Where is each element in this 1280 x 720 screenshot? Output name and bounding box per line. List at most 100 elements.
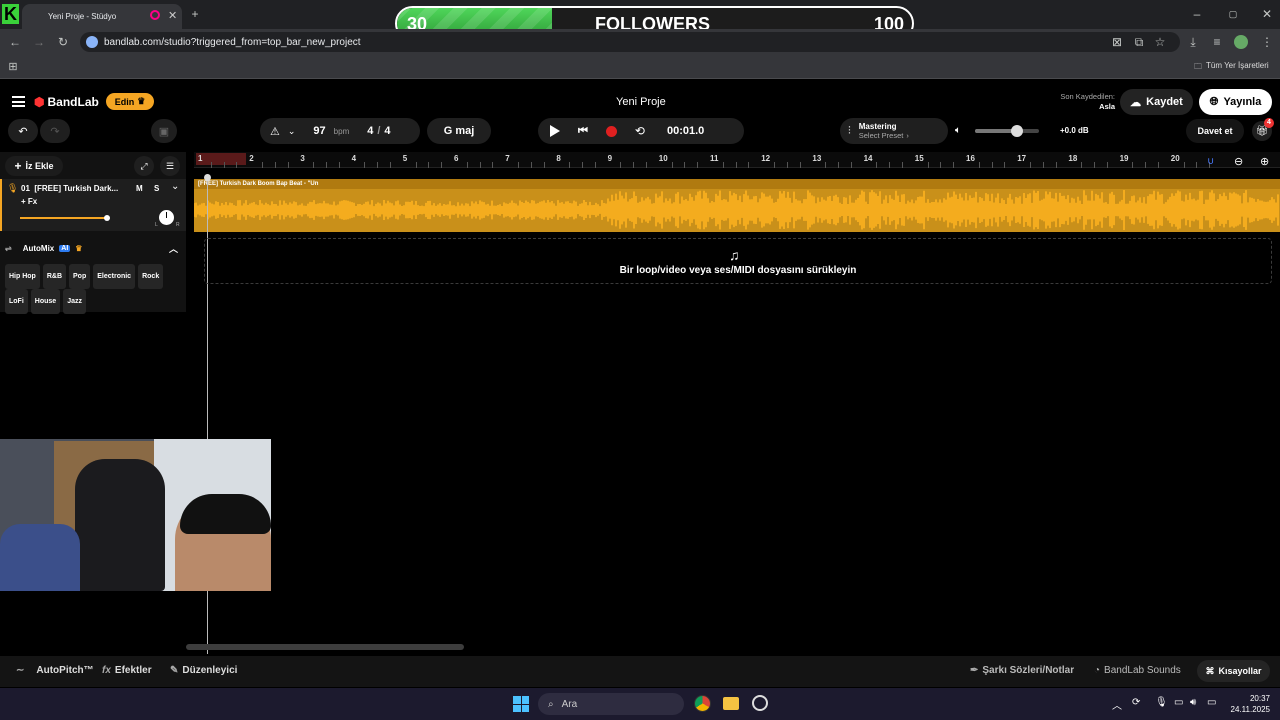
edit-button[interactable]: Edin ♛ [106,93,154,110]
window-close-icon[interactable]: ✕ [1260,7,1274,21]
ruler-subtick [1158,162,1159,168]
genre-chip[interactable]: Pop [69,264,91,289]
track-header[interactable]: 🎙︎ 01 [FREE] Turkish Dark... M S ⌄ + Fx … [0,179,186,231]
loop-icon[interactable]: ⟲ [635,124,645,138]
volume-icon[interactable]: 🔈︎ [955,125,961,136]
mastering-button[interactable]: ⫶ Mastering Select Preset › [840,118,948,144]
tray-sync-icon[interactable]: ⟳ [1132,697,1140,708]
volume-knob[interactable] [1011,125,1023,137]
drop-zone[interactable]: ♫ Bir loop/video veya ses/MIDI dosyasını… [204,238,1272,284]
forward-icon[interactable]: → [32,35,46,49]
pan-left-label: L [155,222,158,228]
translate-icon[interactable]: ⊠ [1110,35,1124,49]
lyrics-button[interactable]: ✒ Şarkı Sözleri/Notlar [970,665,1074,676]
magnet-icon[interactable]: ∪ [1207,156,1214,167]
metronome-icon[interactable]: ⚠ [270,125,280,138]
genre-chip[interactable]: LoFi [5,289,28,314]
undo-button[interactable]: ↶ [8,119,38,143]
effects-button[interactable]: fx Efektler [102,665,152,676]
track-name[interactable]: 01 [FREE] Turkish Dark... [21,184,118,193]
apps-grid-icon[interactable]: ⊞ [6,60,20,74]
mute-button[interactable]: M [136,184,143,193]
genre-chip[interactable]: House [30,289,61,314]
chrome-menu-icon[interactable]: ⋮ [1260,35,1274,49]
media-icon[interactable]: ≡ [1210,35,1224,49]
edit-label: Edin [114,96,135,107]
ruler-subtick [978,162,980,168]
ruler-subtick [1055,162,1057,168]
back-icon[interactable]: ← [8,35,22,49]
tab-close-icon[interactable]: ✕ [168,9,177,22]
track-volume-knob[interactable] [104,215,110,221]
windows-start-icon[interactable] [513,696,529,712]
video-button[interactable]: ▣ [151,119,177,143]
genre-chip[interactable]: Jazz [63,289,86,314]
pan-knob[interactable] [159,210,174,225]
chevron-down-icon[interactable]: ⌄ [171,181,179,192]
tray-volume-icon[interactable]: 🔊︎ [1190,697,1196,708]
ruler-subtick [287,162,289,168]
invite-button[interactable]: Davet et [1186,119,1244,143]
new-tab-icon[interactable]: + [188,7,202,21]
chevron-down-icon[interactable]: ⌄ [288,126,296,137]
play-icon[interactable] [550,125,560,137]
chrome-taskbar-icon[interactable] [694,695,711,712]
chevron-up-icon[interactable]: ︿ [169,242,178,255]
add-track-button[interactable]: + İz Ekle [5,156,63,176]
tray-chevron-icon[interactable]: ︿ [1112,697,1122,712]
automix-header[interactable]: ⇌ AutoMix AI ♛ ︿ [0,240,186,256]
minimize-icon[interactable]: – [1190,7,1204,21]
shortcuts-button[interactable]: ⌘ Kısayollar [1197,660,1270,682]
taskbar-clock[interactable]: 20:37 24.11.2025 [1226,693,1270,715]
tray-mic-icon[interactable]: 🎙︎ [1155,697,1168,708]
genre-chip[interactable]: Electronic [93,264,136,289]
ruler-subtick [441,162,443,168]
url-bar[interactable]: bandlab.com/studio?triggered_from=top_ba… [80,32,1180,52]
redo-button[interactable]: ↷ [40,119,70,143]
tab-audio-icon[interactable] [150,10,160,20]
solo-button[interactable]: S [154,184,159,193]
tray-battery-icon[interactable]: ▭ [1207,697,1216,708]
bookmark-star-icon[interactable]: ☆ [1153,35,1167,49]
bandlab-sounds-button[interactable]: ◔ BandLab Sounds [1094,665,1181,676]
playhead-handle[interactable] [204,174,211,181]
genre-chip[interactable]: Hip Hop [5,264,40,289]
zoom-in-icon[interactable]: ⊕ [1260,155,1269,168]
bandlab-logo[interactable]: ⬢ BandLab [34,95,99,109]
zoom-out-icon[interactable]: ⊖ [1234,155,1243,168]
bpm-value[interactable]: 97 [313,125,325,137]
autopitch-button[interactable]: ∼ AutoPitch™ [16,665,94,676]
horizontal-scrollbar[interactable] [186,644,464,650]
record-icon[interactable] [605,125,617,137]
ruler-bar-label: 20 [1170,154,1180,163]
all-bookmarks[interactable]: 🗀 Tüm Yer İşaretleri [1194,61,1269,75]
tray-display-icon[interactable]: ▭ [1174,697,1183,708]
publish-button[interactable]: 🌐︎ Yayınla [1199,89,1272,115]
project-title[interactable]: Yeni Proje [616,96,666,108]
genre-chip[interactable]: Rock [138,264,164,289]
reload-icon[interactable]: ↻ [56,35,70,49]
ruler-bar-label: 6 [454,154,459,163]
hamburger-menu-icon[interactable] [12,96,25,107]
save-button[interactable]: ☁ Kaydet [1120,89,1193,115]
folder-taskbar-icon[interactable] [723,697,739,710]
master-volume-slider[interactable] [975,125,1039,137]
share-icon[interactable]: ⧉ [1132,35,1146,49]
obs-taskbar-icon[interactable] [752,695,768,711]
site-info-icon[interactable] [86,36,98,48]
key-button[interactable]: G maj [427,118,491,144]
download-icon[interactable]: ⤓ [1186,35,1200,49]
editor-button[interactable]: ✎ Düzenleyici [170,665,237,676]
rewind-icon[interactable]: ⏮︎ [578,125,588,138]
fx-button[interactable]: + Fx [21,197,37,206]
automation-button[interactable]: ⤢ [134,156,154,176]
track-settings-button[interactable]: ☰ [160,156,180,176]
audio-region[interactable]: [FREE] Turkish Dark Boom Bap Beat - "Un [194,179,1280,232]
browser-tab[interactable]: Yeni Proje - Stüdyo ✕ [22,4,182,29]
profile-avatar[interactable] [1234,35,1248,49]
track-volume-slider[interactable] [20,215,110,221]
maximize-icon[interactable]: ▢ [1226,7,1240,21]
time-signature[interactable]: 4/4 [367,125,390,137]
genre-chip[interactable]: R&B [42,264,66,289]
taskbar-search[interactable]: ⌕ Ara [538,693,684,715]
